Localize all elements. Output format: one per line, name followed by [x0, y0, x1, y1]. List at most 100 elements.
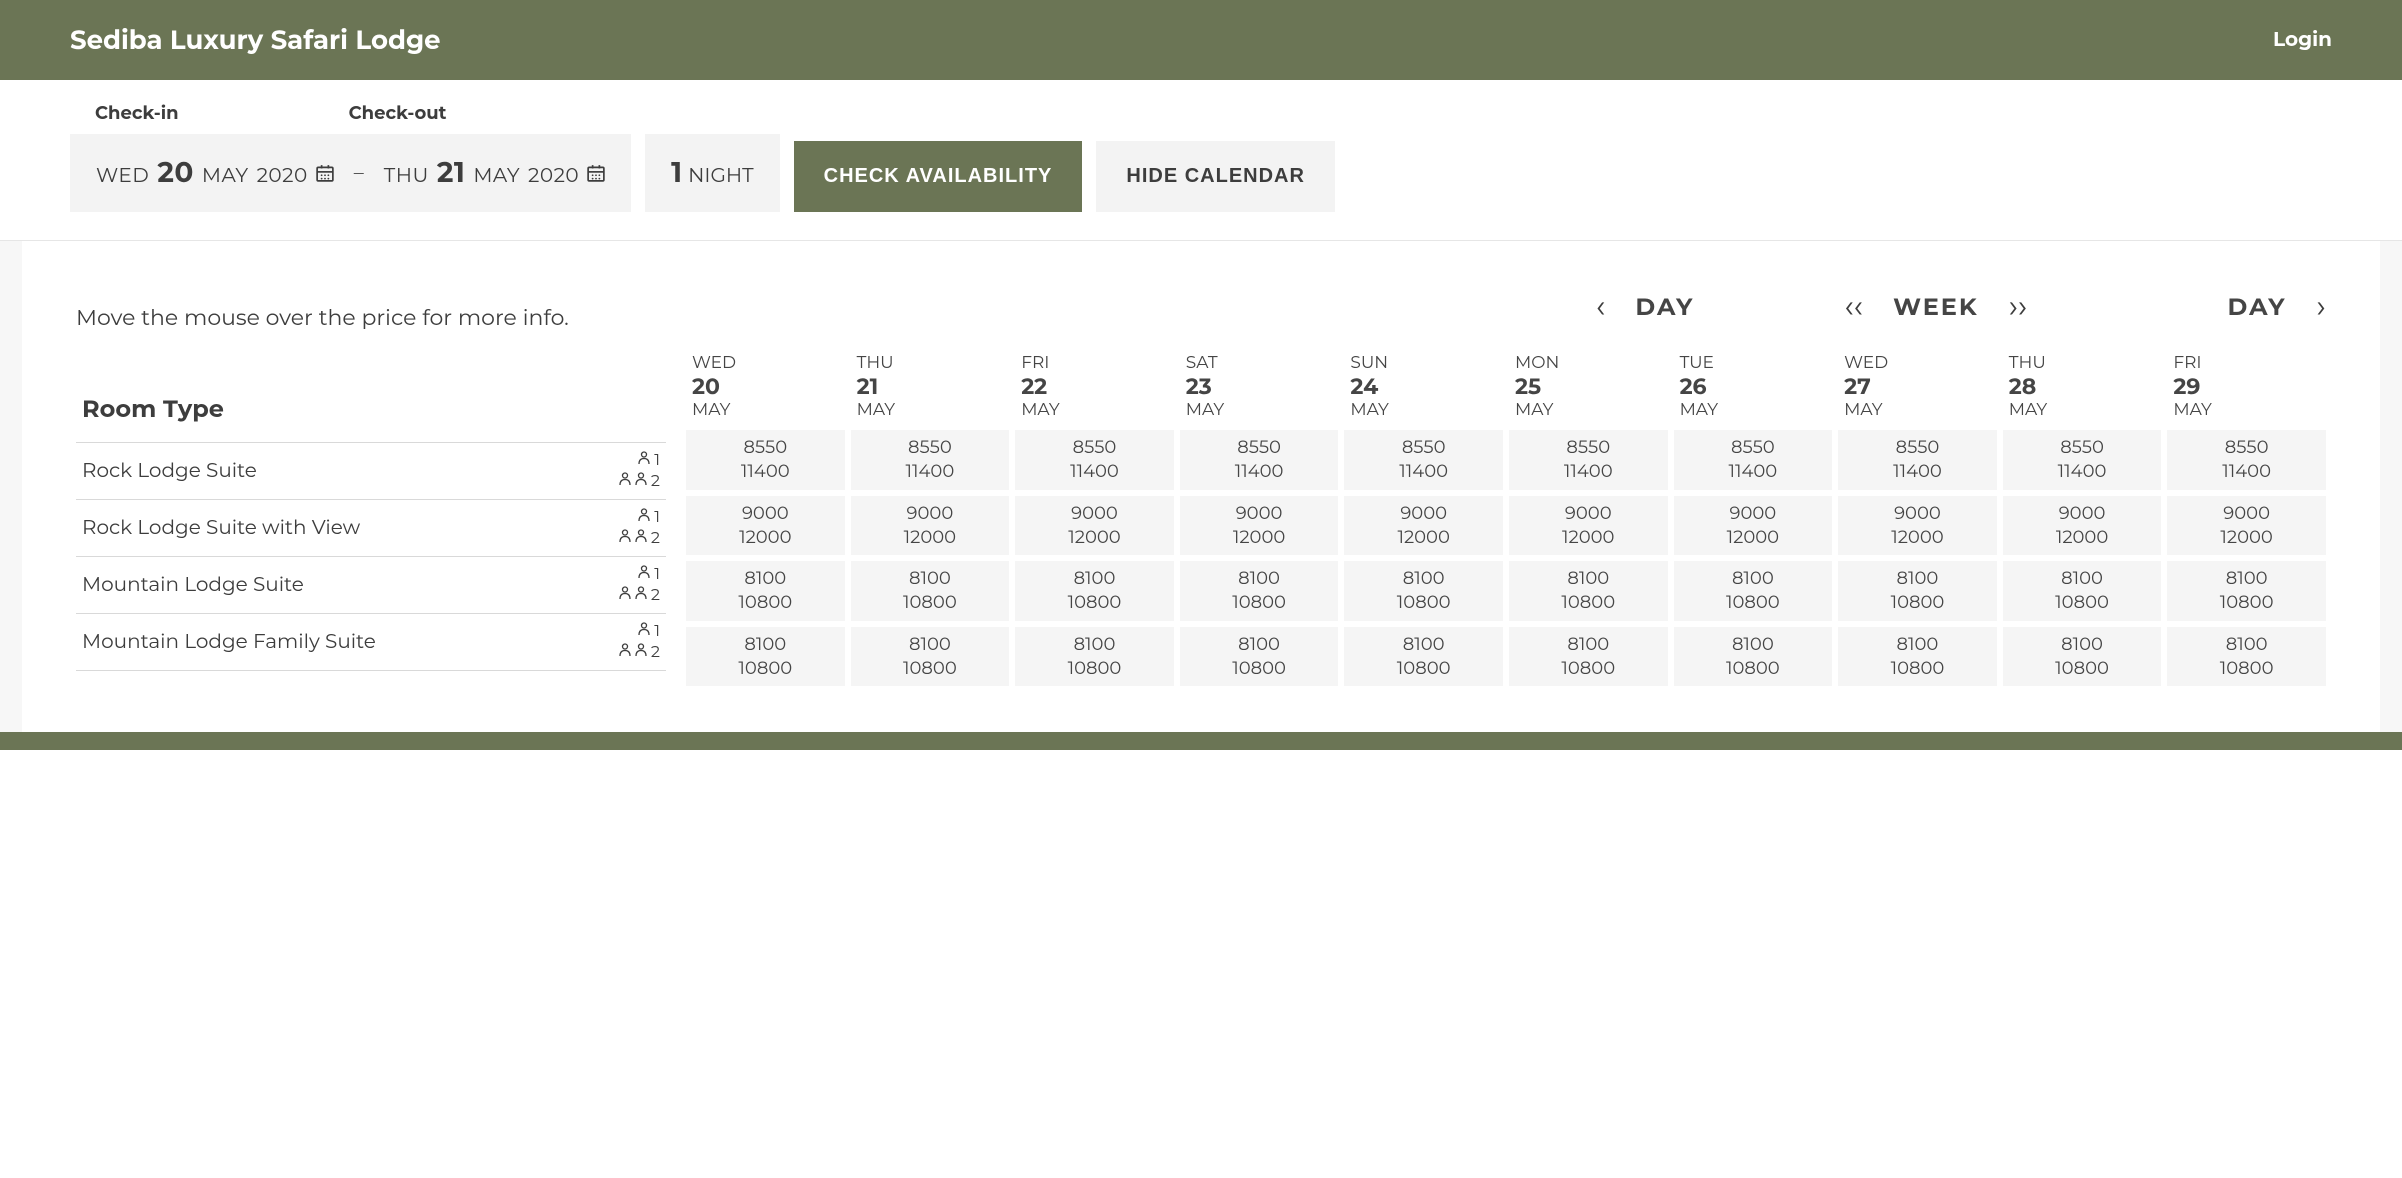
price-single: 8550 [1180, 435, 1339, 459]
day-label-right: DAY [2228, 293, 2287, 322]
price-cell[interactable]: 855011400 [1509, 430, 1668, 490]
price-cell[interactable]: 900012000 [2003, 496, 2162, 556]
price-cell[interactable]: 810010800 [1509, 561, 1668, 621]
price-cell[interactable]: 900012000 [686, 496, 845, 556]
price-cell[interactable]: 810010800 [1015, 627, 1174, 687]
date-dow: FRI [2173, 353, 2326, 373]
price-cell[interactable]: 810010800 [2167, 561, 2326, 621]
room-row: Rock Lodge Suite12 [76, 443, 666, 500]
hide-calendar-button[interactable]: HIDE CALENDAR [1096, 141, 1335, 212]
price-row: 9000120009000120009000120009000120009000… [686, 496, 2326, 556]
price-double: 12000 [2167, 525, 2326, 549]
price-cell[interactable]: 900012000 [1180, 496, 1339, 556]
date-month: MAY [1844, 400, 1997, 420]
price-cell[interactable]: 810010800 [1838, 561, 1997, 621]
price-cell[interactable]: 900012000 [851, 496, 1010, 556]
price-cell[interactable]: 810010800 [2003, 627, 2162, 687]
checkout-date[interactable]: THU 21 MAY 2020 [384, 156, 605, 190]
price-double: 10800 [2167, 656, 2326, 680]
price-cell[interactable]: 855011400 [2003, 430, 2162, 490]
price-cell[interactable]: 810010800 [1838, 627, 1997, 687]
price-cell[interactable]: 810010800 [851, 627, 1010, 687]
check-availability-button[interactable]: CHECK AVAILABILITY [794, 141, 1083, 212]
price-double: 10800 [851, 590, 1010, 614]
price-single: 8100 [1509, 632, 1668, 656]
date-day: 27 [1844, 373, 1997, 400]
price-single: 9000 [2003, 501, 2162, 525]
price-cell[interactable]: 900012000 [1015, 496, 1174, 556]
price-single: 8550 [2167, 435, 2326, 459]
price-cell[interactable]: 900012000 [1344, 496, 1503, 556]
price-cell[interactable]: 810010800 [686, 561, 845, 621]
occupancy-single: 1 [638, 622, 660, 641]
person-icon [638, 451, 650, 470]
price-cell[interactable]: 900012000 [1674, 496, 1833, 556]
price-cell[interactable]: 855011400 [1674, 430, 1833, 490]
price-double: 10800 [1180, 590, 1339, 614]
next-week-button[interactable]: ›› [2009, 291, 2028, 323]
next-day-button[interactable]: › [2316, 291, 2326, 323]
price-double: 10800 [1674, 590, 1833, 614]
price-cell[interactable]: 810010800 [686, 627, 845, 687]
price-cell[interactable]: 900012000 [1509, 496, 1668, 556]
prev-day-button[interactable]: ‹ [1596, 291, 1606, 323]
price-double: 12000 [686, 525, 845, 549]
price-single: 8550 [851, 435, 1010, 459]
person-icon [635, 586, 647, 605]
price-double: 11400 [2003, 459, 2162, 483]
date-dow: TUE [1680, 353, 1833, 373]
week-label: WEEK [1893, 293, 1979, 322]
price-cell[interactable]: 855011400 [1344, 430, 1503, 490]
price-double: 11400 [851, 459, 1010, 483]
occupancy-count: 2 [651, 472, 660, 491]
price-cell[interactable]: 810010800 [1344, 561, 1503, 621]
person-icon [638, 565, 650, 584]
price-cell[interactable]: 810010800 [1015, 561, 1174, 621]
price-single: 8100 [1344, 632, 1503, 656]
occupancy-stack: 12 [619, 622, 660, 662]
price-cell[interactable]: 810010800 [1674, 627, 1833, 687]
price-cell[interactable]: 810010800 [2167, 627, 2326, 687]
price-cell[interactable]: 810010800 [1674, 561, 1833, 621]
nights-count: 1 [671, 156, 682, 190]
price-cell[interactable]: 855011400 [851, 430, 1010, 490]
date-month: MAY [1515, 400, 1668, 420]
price-double: 12000 [1838, 525, 1997, 549]
price-cell[interactable]: 855011400 [686, 430, 845, 490]
person-icon [638, 622, 650, 641]
price-cell[interactable]: 810010800 [851, 561, 1010, 621]
prev-week-button[interactable]: ‹‹ [1844, 291, 1863, 323]
price-grid-column: WED20MAYTHU21MAYFRI22MAYSAT23MAYSUN24MAY… [686, 353, 2326, 692]
room-name: Mountain Lodge Family Suite [82, 630, 376, 654]
room-name: Rock Lodge Suite [82, 459, 257, 483]
price-double: 11400 [1344, 459, 1503, 483]
occupancy-single: 1 [638, 508, 660, 527]
price-single: 8550 [1509, 435, 1668, 459]
checkin-date[interactable]: WED 20 MAY 2020 [96, 156, 334, 190]
date-day: 29 [2173, 373, 2326, 400]
price-cell[interactable]: 855011400 [1838, 430, 1997, 490]
price-cell[interactable]: 855011400 [1015, 430, 1174, 490]
search-row: Check-in Check-out WED 20 MAY 2020 – THU… [0, 80, 2402, 241]
price-cell[interactable]: 810010800 [2003, 561, 2162, 621]
price-cell[interactable]: 810010800 [1180, 627, 1339, 687]
price-cell[interactable]: 810010800 [1180, 561, 1339, 621]
price-single: 9000 [1674, 501, 1833, 525]
price-cell[interactable]: 810010800 [1344, 627, 1503, 687]
date-day: 24 [1350, 373, 1503, 400]
date-dow: SUN [1350, 353, 1503, 373]
calendar-grid: Room Type Rock Lodge Suite12Rock Lodge S… [76, 353, 2326, 692]
price-double: 10800 [1509, 590, 1668, 614]
price-cell[interactable]: 900012000 [2167, 496, 2326, 556]
price-cell[interactable]: 855011400 [2167, 430, 2326, 490]
price-single: 8550 [1674, 435, 1833, 459]
person-icon [619, 586, 631, 605]
price-cell[interactable]: 810010800 [1509, 627, 1668, 687]
price-cell[interactable]: 855011400 [1180, 430, 1339, 490]
occupancy-single: 1 [638, 565, 660, 584]
date-dow: FRI [1021, 353, 1174, 373]
login-link[interactable]: Login [2273, 28, 2332, 52]
price-single: 9000 [1015, 501, 1174, 525]
price-single: 8550 [2003, 435, 2162, 459]
price-cell[interactable]: 900012000 [1838, 496, 1997, 556]
